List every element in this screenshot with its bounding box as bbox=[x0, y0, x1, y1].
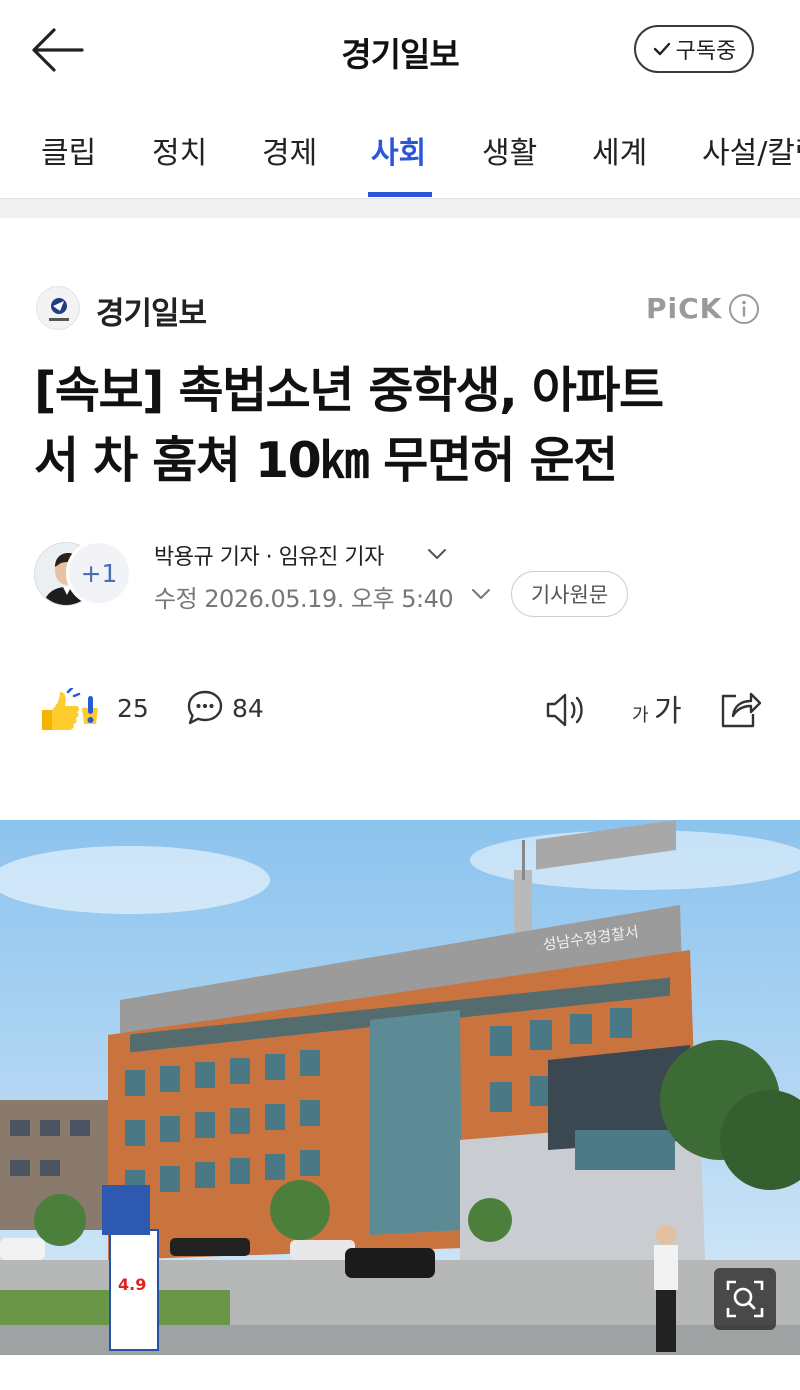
pick-badge: PiCK bbox=[646, 292, 723, 325]
headline-line-1: [속보] 촉법소년 중학생, 아파트 bbox=[34, 362, 664, 419]
active-tab-indicator bbox=[368, 192, 432, 197]
tab-editorial[interactable]: 사설/칼럼 bbox=[702, 128, 800, 172]
article-headline: [속보] 촉법소년 중학생, 아파트 서 차 훔쳐 10㎞ 무면허 운전 bbox=[34, 356, 774, 496]
info-icon[interactable] bbox=[728, 293, 760, 325]
tab-life[interactable]: 생활 bbox=[482, 128, 537, 172]
section-divider bbox=[0, 199, 800, 218]
share-icon[interactable] bbox=[718, 688, 762, 730]
reaction-count: 25 bbox=[117, 694, 149, 723]
subscribe-label: 구독중 bbox=[675, 39, 737, 64]
banner-number: 4.9 bbox=[118, 1275, 146, 1294]
font-size-large-glyph: 가 bbox=[654, 694, 682, 729]
chevron-down-icon[interactable] bbox=[470, 586, 492, 602]
search-icon bbox=[726, 1280, 764, 1318]
reaction-emoji-icon[interactable] bbox=[38, 686, 108, 732]
publisher-name[interactable]: 경기일보 bbox=[96, 288, 207, 333]
original-article-button[interactable]: 기사원문 bbox=[511, 571, 628, 617]
zoom-image-button[interactable] bbox=[714, 1268, 776, 1330]
tab-clip[interactable]: 클립 bbox=[41, 128, 96, 172]
top-bar: 경기일보 구독중 bbox=[0, 0, 800, 100]
comment-icon[interactable] bbox=[186, 689, 224, 727]
publisher-logo[interactable] bbox=[36, 286, 80, 330]
category-tabs: 클립 정치 경제 사회 생활 세계 사설/칼럼 bbox=[0, 100, 800, 199]
tab-politics[interactable]: 정치 bbox=[152, 128, 207, 172]
tab-economy[interactable]: 경제 bbox=[262, 128, 317, 172]
subscribe-button[interactable]: 구독중 bbox=[634, 25, 754, 73]
article-date: 수정 2026.05.19. 오후 5:40 bbox=[154, 585, 454, 613]
font-size-button[interactable]: 가 가 bbox=[632, 690, 686, 730]
font-size-small-glyph: 가 bbox=[632, 705, 649, 726]
tab-society[interactable]: 사회 bbox=[371, 128, 426, 172]
comment-count: 84 bbox=[232, 694, 264, 723]
more-reporters-badge[interactable]: +1 bbox=[66, 540, 132, 606]
headline-line-2: 서 차 훔쳐 10㎞ 무면허 운전 bbox=[34, 432, 618, 489]
reporter-names[interactable]: 박용규 기자 · 임유진 기자 bbox=[154, 539, 384, 571]
tab-world[interactable]: 세계 bbox=[592, 128, 647, 172]
checkmark-icon bbox=[653, 42, 670, 56]
speaker-icon[interactable] bbox=[544, 690, 590, 730]
article-photo[interactable]: 성남수정경찰서 4.9 bbox=[0, 820, 800, 1355]
chevron-down-icon[interactable] bbox=[426, 546, 448, 562]
